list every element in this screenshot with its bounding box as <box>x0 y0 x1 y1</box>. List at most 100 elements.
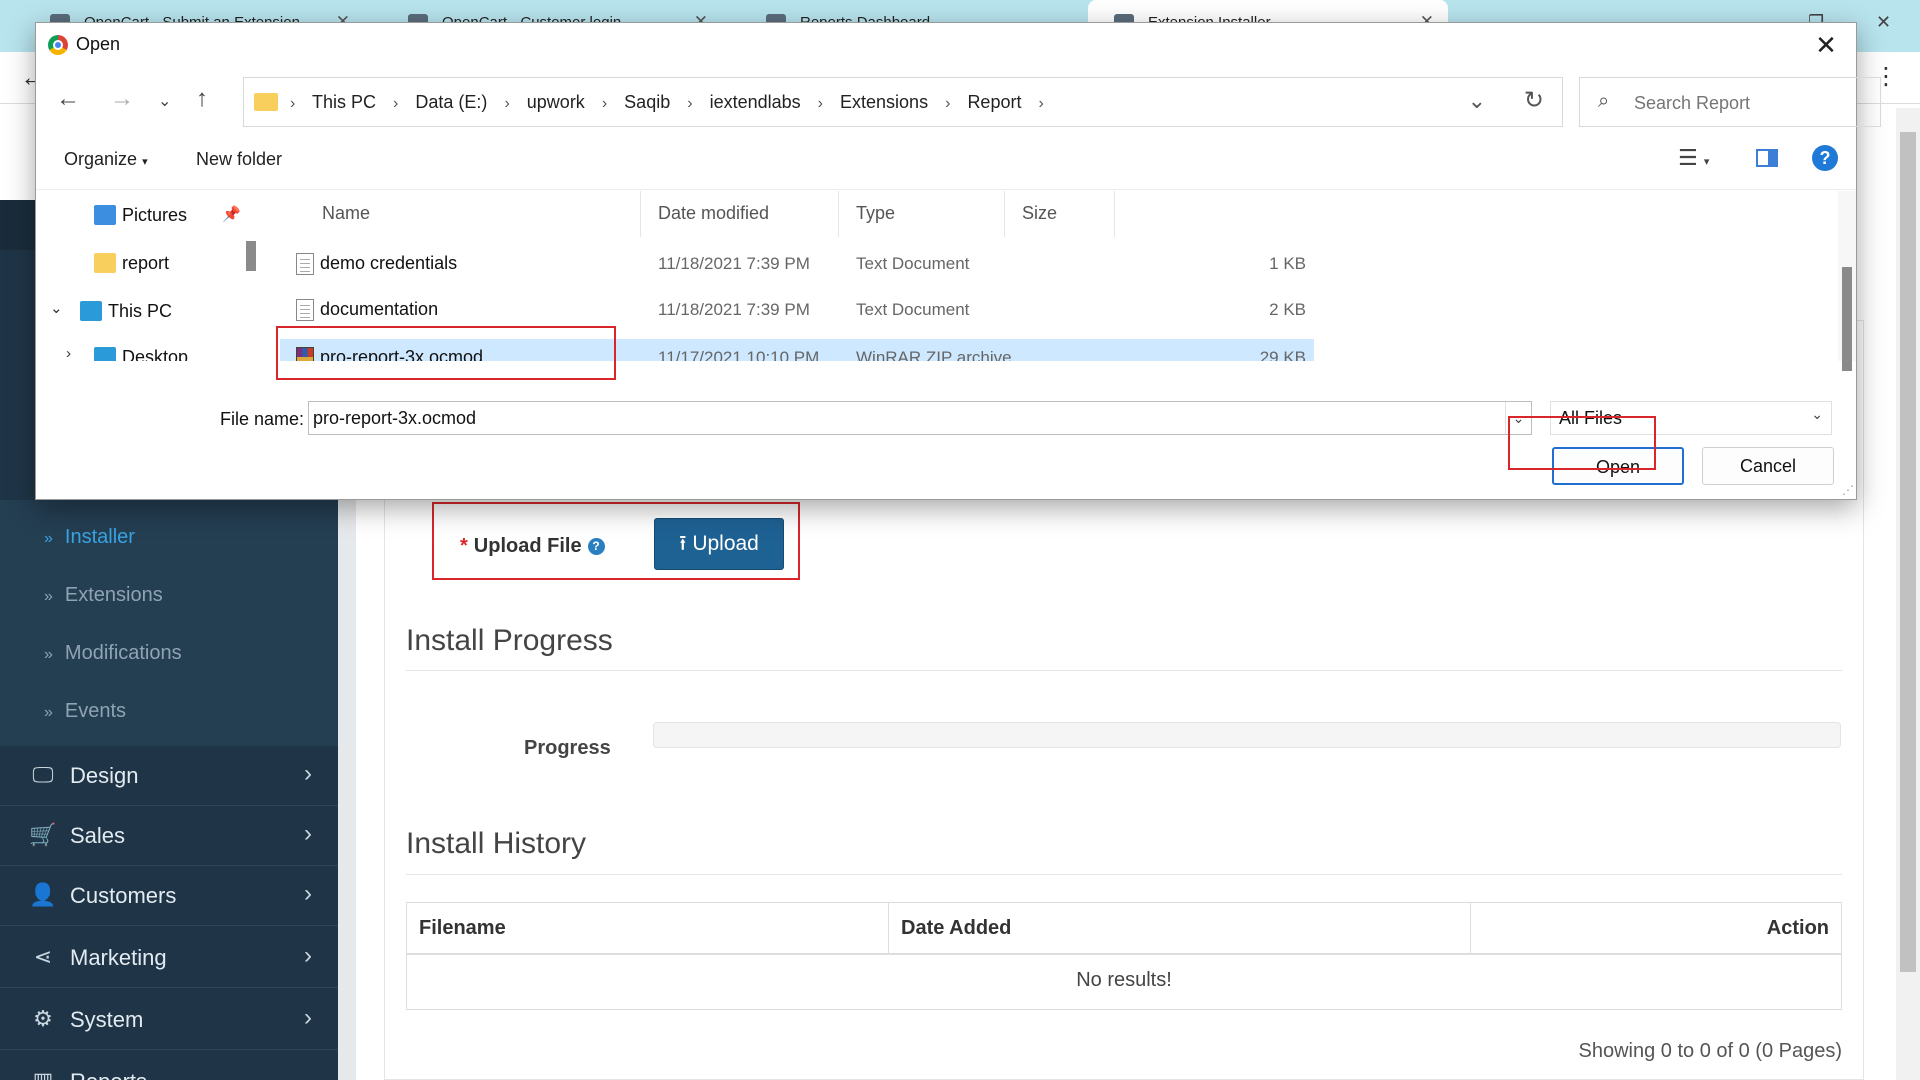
column-divider[interactable] <box>1114 191 1115 237</box>
file-size: 1 KB <box>1269 254 1306 273</box>
nav-item-pictures[interactable]: Pictures 📌 <box>36 195 266 235</box>
file-type: Text Document <box>856 300 970 319</box>
nav-item-desktop[interactable]: › Desktop <box>36 337 266 361</box>
monitor-icon: 🖵 <box>32 762 54 787</box>
folder-icon <box>254 93 278 111</box>
sidebar-item-marketing[interactable]: ⋖ Marketing › <box>0 928 338 988</box>
empty-table-message: No results! <box>1076 969 1172 991</box>
sidebar-item-system[interactable]: ⚙ System › <box>0 990 338 1050</box>
file-name-combobox[interactable]: ⌄ <box>308 401 1532 435</box>
page-scrollbar[interactable] <box>1896 108 1920 1080</box>
file-size: 29 KB <box>1259 348 1306 361</box>
nav-item-report[interactable]: report <box>36 243 266 283</box>
recent-locations-icon[interactable]: ⌄ <box>158 91 171 111</box>
pictures-icon <box>94 205 116 225</box>
view-options-icon[interactable]: ☰ ▾ <box>1678 145 1709 171</box>
chevron-down-icon[interactable]: ⌄ <box>1468 88 1486 114</box>
breadcrumb-item[interactable]: This PC <box>312 92 376 112</box>
column-header-size[interactable]: Size <box>1022 203 1057 224</box>
back-arrow-icon[interactable]: ← <box>56 85 80 113</box>
chevron-right-icon: › <box>304 760 312 787</box>
chevron-right-icon[interactable]: › <box>504 95 509 112</box>
required-mark: * <box>460 535 468 557</box>
double-chevron-icon: » <box>44 704 53 721</box>
up-arrow-icon[interactable]: ↑ <box>196 85 208 113</box>
bar-chart-icon: ▥ <box>28 1068 58 1080</box>
new-folder-button[interactable]: New folder <box>196 149 282 170</box>
organize-button[interactable]: Organize ▾ <box>64 149 148 170</box>
double-chevron-icon: » <box>44 588 53 605</box>
caret-down-icon: ▾ <box>1703 156 1710 168</box>
column-header-filename[interactable]: Filename <box>419 917 506 940</box>
chevron-right-icon[interactable]: › <box>818 95 823 112</box>
chevron-right-icon: › <box>304 1004 312 1031</box>
upload-button[interactable]: ⭱ Upload <box>654 518 784 570</box>
close-icon[interactable]: ✕ <box>1808 27 1844 63</box>
chevron-right-icon: › <box>304 942 312 969</box>
submenu-item-events[interactable]: » Events <box>44 700 126 723</box>
submenu-item-modifications[interactable]: » Modifications <box>44 642 182 665</box>
column-divider[interactable] <box>838 191 839 237</box>
extensions-submenu: » Installer » Extensions » Modifications » E… <box>0 500 338 746</box>
column-header-date-added[interactable]: Date Added <box>901 917 1011 940</box>
help-icon[interactable]: ? <box>1812 145 1838 171</box>
scrollbar-thumb[interactable] <box>1842 267 1852 371</box>
upload-icon: ⭱ <box>679 532 687 555</box>
sidebar-item-customers[interactable]: 👤 Customers › <box>0 866 338 926</box>
cancel-button[interactable]: Cancel <box>1702 447 1834 485</box>
file-row[interactable]: documentation 11/18/2021 7:39 PM Text Do… <box>280 291 1314 329</box>
chevron-right-icon[interactable]: › <box>1038 95 1043 112</box>
nav-item-this-pc[interactable]: ⌄ This PC <box>36 291 266 331</box>
column-header-date-modified[interactable]: Date modified <box>658 203 769 224</box>
breadcrumb-item[interactable]: Report <box>967 92 1021 112</box>
column-header-type[interactable]: Type <box>856 203 895 224</box>
refresh-icon[interactable]: ↻ <box>1524 86 1544 115</box>
sidebar-item-reports[interactable]: ▥ Reports <box>0 1052 338 1080</box>
chevron-right-icon[interactable]: › <box>66 345 71 361</box>
double-chevron-icon: » <box>44 646 53 663</box>
chevron-right-icon: › <box>290 95 296 112</box>
chevron-right-icon[interactable]: › <box>602 95 607 112</box>
breadcrumb: › This PC › Data (E:) › upwork › Saqib ›… <box>290 92 1056 113</box>
address-bar[interactable]: › This PC › Data (E:) › upwork › Saqib ›… <box>243 77 1563 127</box>
scrollbar-thumb[interactable] <box>1900 132 1916 972</box>
chevron-down-icon: ⌄ <box>1811 406 1823 422</box>
upload-file-label: * Upload File? <box>460 535 605 558</box>
breadcrumb-item[interactable]: Saqib <box>624 92 670 112</box>
file-name-field[interactable] <box>313 406 1493 430</box>
navigation-pane: Pictures 📌 report ⌄ This PC › Desktop <box>36 191 268 361</box>
pin-icon[interactable]: 📌 <box>222 205 241 223</box>
chevron-right-icon[interactable]: › <box>687 95 692 112</box>
column-divider[interactable] <box>1004 191 1005 237</box>
search-icon: ⌕ <box>1598 90 1610 112</box>
double-chevron-icon: » <box>44 530 53 547</box>
breadcrumb-item[interactable]: iextendlabs <box>710 92 801 112</box>
close-window-icon[interactable]: ✕ <box>1876 12 1891 33</box>
chevron-right-icon[interactable]: › <box>945 95 950 112</box>
column-divider[interactable] <box>640 191 641 237</box>
sidebar-item-design[interactable]: 🖵 Design › <box>0 746 338 806</box>
column-divider <box>1470 903 1471 955</box>
search-input[interactable] <box>1634 88 1874 118</box>
column-divider <box>888 903 889 955</box>
breadcrumb-item[interactable]: upwork <box>527 92 585 112</box>
column-header-name[interactable]: Name <box>322 203 370 224</box>
progress-bar <box>653 722 1841 748</box>
dialog-titlebar[interactable]: Open ✕ <box>36 23 1856 67</box>
breadcrumb-item[interactable]: Data (E:) <box>415 92 487 112</box>
preview-pane-icon[interactable] <box>1756 149 1778 167</box>
submenu-item-installer[interactable]: » Installer <box>44 526 135 549</box>
sidebar-item-sales[interactable]: 🛒 Sales › <box>0 806 338 866</box>
file-row[interactable]: demo credentials 11/18/2021 7:39 PM Text… <box>280 245 1314 283</box>
file-name: documentation <box>320 299 439 319</box>
nav-scrollbar-thumb[interactable] <box>246 241 256 271</box>
forward-arrow-icon[interactable]: → <box>110 85 134 113</box>
chevron-right-icon[interactable]: › <box>393 95 398 112</box>
help-icon[interactable]: ? <box>587 538 605 555</box>
breadcrumb-item[interactable]: Extensions <box>840 92 928 112</box>
submenu-item-extensions[interactable]: » Extensions <box>44 584 163 607</box>
chevron-down-icon[interactable]: ⌄ <box>50 299 63 317</box>
file-list-scrollbar[interactable] <box>1838 191 1856 371</box>
resize-grip-icon[interactable]: ⋰ <box>1842 483 1854 497</box>
search-box[interactable]: ⌕ <box>1579 77 1881 127</box>
